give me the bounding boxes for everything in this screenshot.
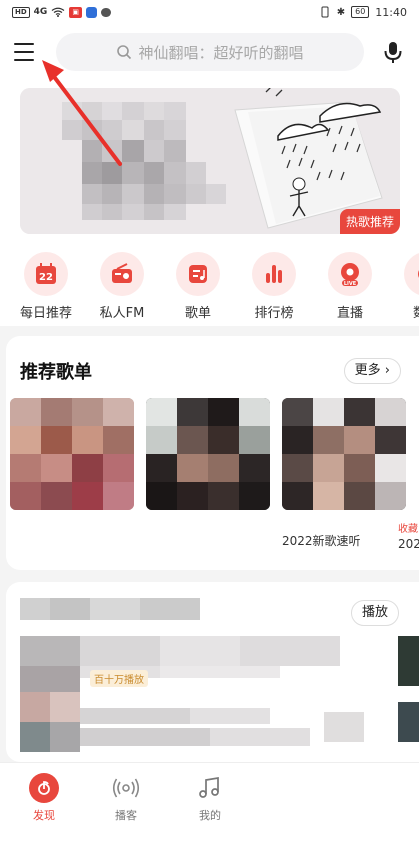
playlist-cover <box>398 398 419 510</box>
playlist-cover <box>146 398 270 510</box>
battery-icon: 60 <box>351 6 370 18</box>
discover-icon <box>29 773 59 803</box>
quick-nav: 22 每日推荐 私人FM 歌单 排行榜 LIVE 直播 <box>0 240 419 326</box>
radio-icon <box>100 252 144 296</box>
top-header: 神仙翻唱：超好听的翻唱 <box>0 24 419 80</box>
playlist-icon <box>176 252 220 296</box>
digital-icon <box>404 252 419 296</box>
banner-badge: 热歌推荐 <box>339 209 400 234</box>
playlist-caption: 202 <box>398 537 419 551</box>
mic-button[interactable] <box>379 38 407 66</box>
tab-podcast[interactable]: 播客 <box>96 773 156 823</box>
podcast-icon <box>111 773 141 803</box>
nav-live[interactable]: LIVE 直播 <box>312 240 388 326</box>
svg-text:LIVE: LIVE <box>344 281 357 287</box>
recommended-playlists: 推荐歌单 更多 › 2022新歌速听 收藏 202 <box>6 336 419 570</box>
search-icon <box>117 45 132 60</box>
play-all-button[interactable]: 播放 <box>350 600 399 626</box>
status-time: 11:40 <box>375 5 407 19</box>
banner-section: 热歌推荐 <box>0 80 419 240</box>
nav-label: 数字 <box>413 302 419 321</box>
live-icon: LIVE <box>328 252 372 296</box>
menu-button[interactable] <box>14 38 42 66</box>
shield-notification-icon <box>85 6 97 18</box>
play-count-tag: 百十万播放 <box>90 670 148 687</box>
playlist-tag: 收藏 <box>398 524 418 535</box>
bluetooth-icon: ✱ <box>336 6 346 18</box>
song-list-section: 播放 百十万播放 <box>6 582 419 762</box>
playlist-card[interactable] <box>10 398 134 532</box>
nav-digital[interactable]: 数字 <box>388 240 419 326</box>
playlist-cards: 2022新歌速听 收藏 202 <box>6 398 419 566</box>
music-note-icon <box>195 773 225 803</box>
tab-label: 我的 <box>199 809 221 822</box>
chat-notification-icon <box>100 7 111 17</box>
playlist-card[interactable]: 2022新歌速听 <box>282 398 406 549</box>
tab-label: 播客 <box>115 809 137 822</box>
nav-label: 排行榜 <box>254 306 294 321</box>
tab-mine[interactable]: 我的 <box>180 773 240 823</box>
app-notification-icon: ▣ <box>69 6 82 18</box>
playlist-card[interactable]: 收藏 202 <box>398 398 419 551</box>
wifi-icon <box>51 7 65 17</box>
app-screen: HD 4G ▣ ✱ 60 11:40 神仙翻唱：超好听的翻唱 热歌推荐 22 每… <box>0 0 419 847</box>
svg-text:22: 22 <box>39 272 53 283</box>
banner-carousel[interactable]: 热歌推荐 <box>20 88 400 234</box>
vibrate-icon <box>321 6 329 18</box>
nav-label: 歌单 <box>184 306 211 321</box>
section-title: 推荐歌单 <box>20 362 92 383</box>
hd-badge: HD <box>12 6 30 18</box>
signal-icon: 4G <box>33 7 48 17</box>
calendar-icon: 22 <box>24 252 68 296</box>
nav-label: 私人FM <box>99 306 145 321</box>
nav-daily-recommend[interactable]: 22 每日推荐 <box>8 240 84 326</box>
nav-private-fm[interactable]: 私人FM <box>84 240 160 326</box>
nav-label: 每日推荐 <box>19 306 72 321</box>
bottom-tabbar: 发现 播客 我的 <box>0 762 419 847</box>
status-bar: HD 4G ▣ ✱ 60 11:40 <box>0 0 419 24</box>
search-placeholder: 神仙翻唱：超好听的翻唱 <box>138 43 304 62</box>
tab-discover[interactable]: 发现 <box>14 773 74 823</box>
menu-icon <box>14 43 34 45</box>
playlist-caption: 2022新歌速听 <box>282 534 361 548</box>
nav-label: 直播 <box>336 306 363 321</box>
playlist-cover <box>10 398 134 510</box>
playlist-card[interactable] <box>146 398 270 532</box>
chevron-right-icon: › <box>384 363 390 378</box>
search-bar[interactable]: 神仙翻唱：超好听的翻唱 <box>56 33 364 71</box>
nav-charts[interactable]: 排行榜 <box>236 240 312 326</box>
playlist-cover <box>282 398 406 510</box>
tab-label: 发现 <box>33 809 55 822</box>
more-button[interactable]: 更多 › <box>343 358 401 384</box>
mic-icon <box>384 42 402 63</box>
nav-playlist[interactable]: 歌单 <box>160 240 236 326</box>
chart-icon <box>252 252 296 296</box>
